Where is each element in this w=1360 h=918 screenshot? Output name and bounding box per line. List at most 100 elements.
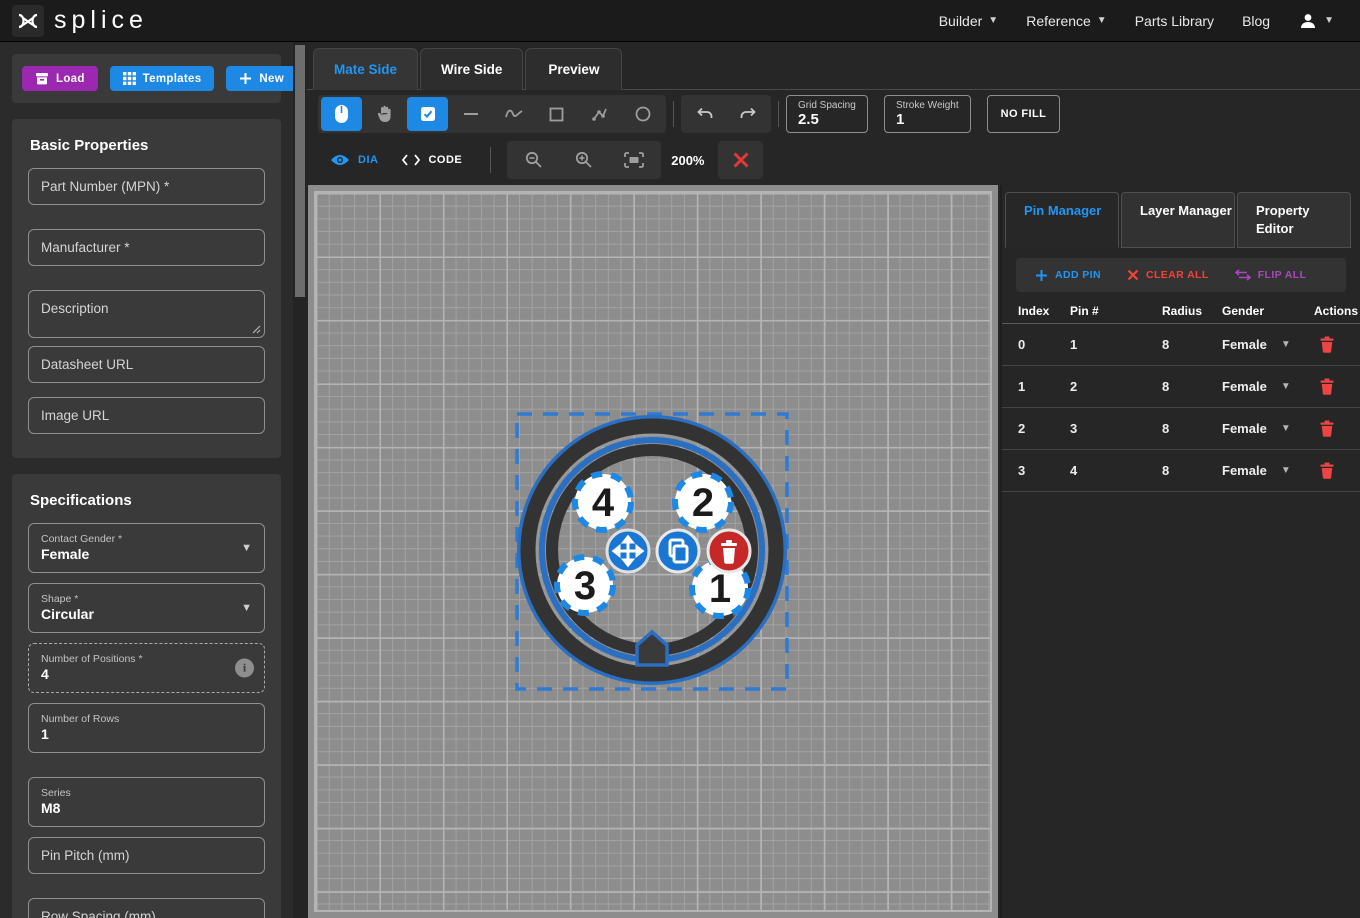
delete-selection-button[interactable]: [708, 530, 750, 572]
splice-logo-icon: [12, 5, 44, 37]
contact-gender-select[interactable]: Contact Gender * Female ▼: [28, 523, 265, 573]
nav-blog[interactable]: Blog: [1242, 13, 1270, 29]
select-tool-button[interactable]: [321, 97, 362, 131]
no-fill-button[interactable]: NO FILL: [987, 95, 1061, 133]
dia-toggle-button[interactable]: DIA: [318, 143, 390, 177]
pin-4[interactable]: 4: [575, 474, 631, 530]
pin-table-row[interactable]: 0 1 8 Female ▼: [1002, 324, 1360, 366]
code-toggle-button[interactable]: CODE: [390, 143, 474, 177]
pin-gender-select[interactable]: Female ▼: [1222, 379, 1308, 394]
zoom-in-button[interactable]: [560, 143, 608, 177]
manufacturer-field[interactable]: Manufacturer *: [28, 229, 265, 266]
add-pin-button[interactable]: ADD PIN: [1024, 258, 1112, 292]
grid-spacing-input[interactable]: Grid Spacing 2.5: [786, 95, 868, 133]
pin-pitch-field[interactable]: Pin Pitch (mm): [28, 837, 265, 874]
new-button[interactable]: New: [226, 66, 293, 91]
pin-actions-bar: ADD PIN CLEAR ALL FLIP ALL: [1016, 258, 1346, 292]
pin-table-row[interactable]: 1 2 8 Female ▼: [1002, 366, 1360, 408]
delete-pin-button[interactable]: [1320, 378, 1360, 395]
deselect-button[interactable]: [718, 141, 763, 179]
pin-table-row[interactable]: 3 4 8 Female ▼: [1002, 450, 1360, 492]
line-icon: [463, 112, 479, 116]
panel-tabbar: Pin Manager Layer Manager Property Edito…: [1002, 185, 1360, 248]
row-spacing-field[interactable]: Row Spacing (mm): [28, 898, 265, 918]
nav-parts-library[interactable]: Parts Library: [1135, 13, 1214, 29]
zoom-out-button[interactable]: [510, 143, 558, 177]
redo-icon: [739, 107, 757, 121]
flip-all-button[interactable]: FLIP ALL: [1224, 258, 1318, 292]
duplicate-selection-button[interactable]: [657, 530, 699, 572]
pin-gender-select[interactable]: Female ▼: [1222, 421, 1308, 436]
brand[interactable]: splice: [0, 5, 148, 37]
fit-screen-icon: [624, 152, 644, 168]
user-icon: [1298, 11, 1318, 31]
pan-tool-button[interactable]: [364, 97, 405, 131]
templates-button[interactable]: Templates: [110, 66, 215, 91]
nav-reference[interactable]: Reference▼: [1026, 13, 1107, 29]
undo-icon: [696, 107, 714, 121]
sidebar-scrollbar[interactable]: [293, 42, 307, 918]
tab-layer-manager[interactable]: Layer Manager: [1121, 192, 1235, 248]
pin-2[interactable]: 2: [675, 474, 731, 530]
load-button[interactable]: Load: [22, 66, 98, 91]
zoom-group: [507, 141, 661, 179]
move-selection-button[interactable]: [607, 530, 649, 572]
specifications-card: Specifications Contact Gender * Female ▼…: [12, 474, 281, 918]
pin-gender-select[interactable]: Female ▼: [1222, 337, 1308, 352]
part-number-field[interactable]: Part Number (MPN) *: [28, 168, 265, 205]
line-tool-button[interactable]: [450, 97, 491, 131]
circle-icon: [635, 106, 651, 122]
ellipse-tool-button[interactable]: [622, 97, 663, 131]
svg-text:3: 3: [574, 564, 596, 608]
basic-properties-title: Basic Properties: [30, 137, 265, 154]
sidebar-scrollbar-thumb[interactable]: [295, 45, 305, 297]
pin-radius-cell: 8: [1162, 463, 1222, 478]
redo-button[interactable]: [727, 97, 768, 131]
tab-property-editor[interactable]: Property Editor: [1237, 192, 1351, 248]
specifications-title: Specifications: [30, 492, 265, 509]
polyline-tool-button[interactable]: [579, 97, 620, 131]
chevron-down-icon: ▼: [241, 602, 252, 614]
zoom-fit-button[interactable]: [610, 143, 658, 177]
freehand-tool-button[interactable]: [493, 97, 534, 131]
tab-pin-manager[interactable]: Pin Manager: [1005, 192, 1119, 248]
tab-preview[interactable]: Preview: [525, 48, 622, 90]
chevron-down-icon: ▼: [1281, 423, 1291, 434]
clear-all-button[interactable]: CLEAR ALL: [1116, 258, 1220, 292]
brand-name: splice: [54, 6, 148, 35]
svg-text:2: 2: [692, 481, 714, 525]
undo-button[interactable]: [684, 97, 725, 131]
num-rows-field[interactable]: Number of Rows 1: [28, 703, 265, 753]
stroke-weight-input[interactable]: Stroke Weight 1: [884, 95, 971, 133]
delete-pin-button[interactable]: [1320, 336, 1360, 353]
num-positions-field[interactable]: Number of Positions * 4 i: [28, 643, 265, 693]
delete-pin-button[interactable]: [1320, 462, 1360, 479]
tab-wire-side[interactable]: Wire Side: [420, 48, 523, 90]
shape-select[interactable]: Shape * Circular ▼: [28, 583, 265, 633]
design-canvas[interactable]: 4 2 3 1: [308, 185, 998, 918]
pin-number-cell: 1: [1070, 337, 1162, 352]
multi-select-tool-button[interactable]: [407, 97, 448, 131]
info-icon[interactable]: i: [235, 659, 254, 678]
squiggle-icon: [504, 107, 524, 121]
tab-mate-side[interactable]: Mate Side: [313, 48, 418, 90]
trash-icon: [1320, 336, 1334, 353]
description-field[interactable]: Description: [28, 290, 265, 338]
pin-gender-select[interactable]: Female ▼: [1222, 463, 1308, 478]
pin-table-row[interactable]: 2 3 8 Female ▼: [1002, 408, 1360, 450]
series-field[interactable]: Series M8: [28, 777, 265, 827]
hand-icon: [376, 105, 393, 123]
image-url-field[interactable]: Image URL: [28, 397, 265, 434]
account-menu[interactable]: ▼: [1298, 11, 1334, 31]
delete-pin-button[interactable]: [1320, 420, 1360, 437]
trash-icon: [1320, 378, 1334, 395]
resize-handle-icon[interactable]: [252, 325, 261, 334]
nav-builder[interactable]: Builder▼: [939, 13, 999, 29]
pin-3[interactable]: 3: [557, 557, 613, 613]
zoom-out-icon: [525, 151, 543, 169]
pin-radius-cell: 8: [1162, 337, 1222, 352]
pin-number-cell: 4: [1070, 463, 1162, 478]
top-navbar: splice Builder▼ Reference▼ Parts Library…: [0, 0, 1360, 42]
datasheet-url-field[interactable]: Datasheet URL: [28, 346, 265, 383]
rectangle-tool-button[interactable]: [536, 97, 577, 131]
